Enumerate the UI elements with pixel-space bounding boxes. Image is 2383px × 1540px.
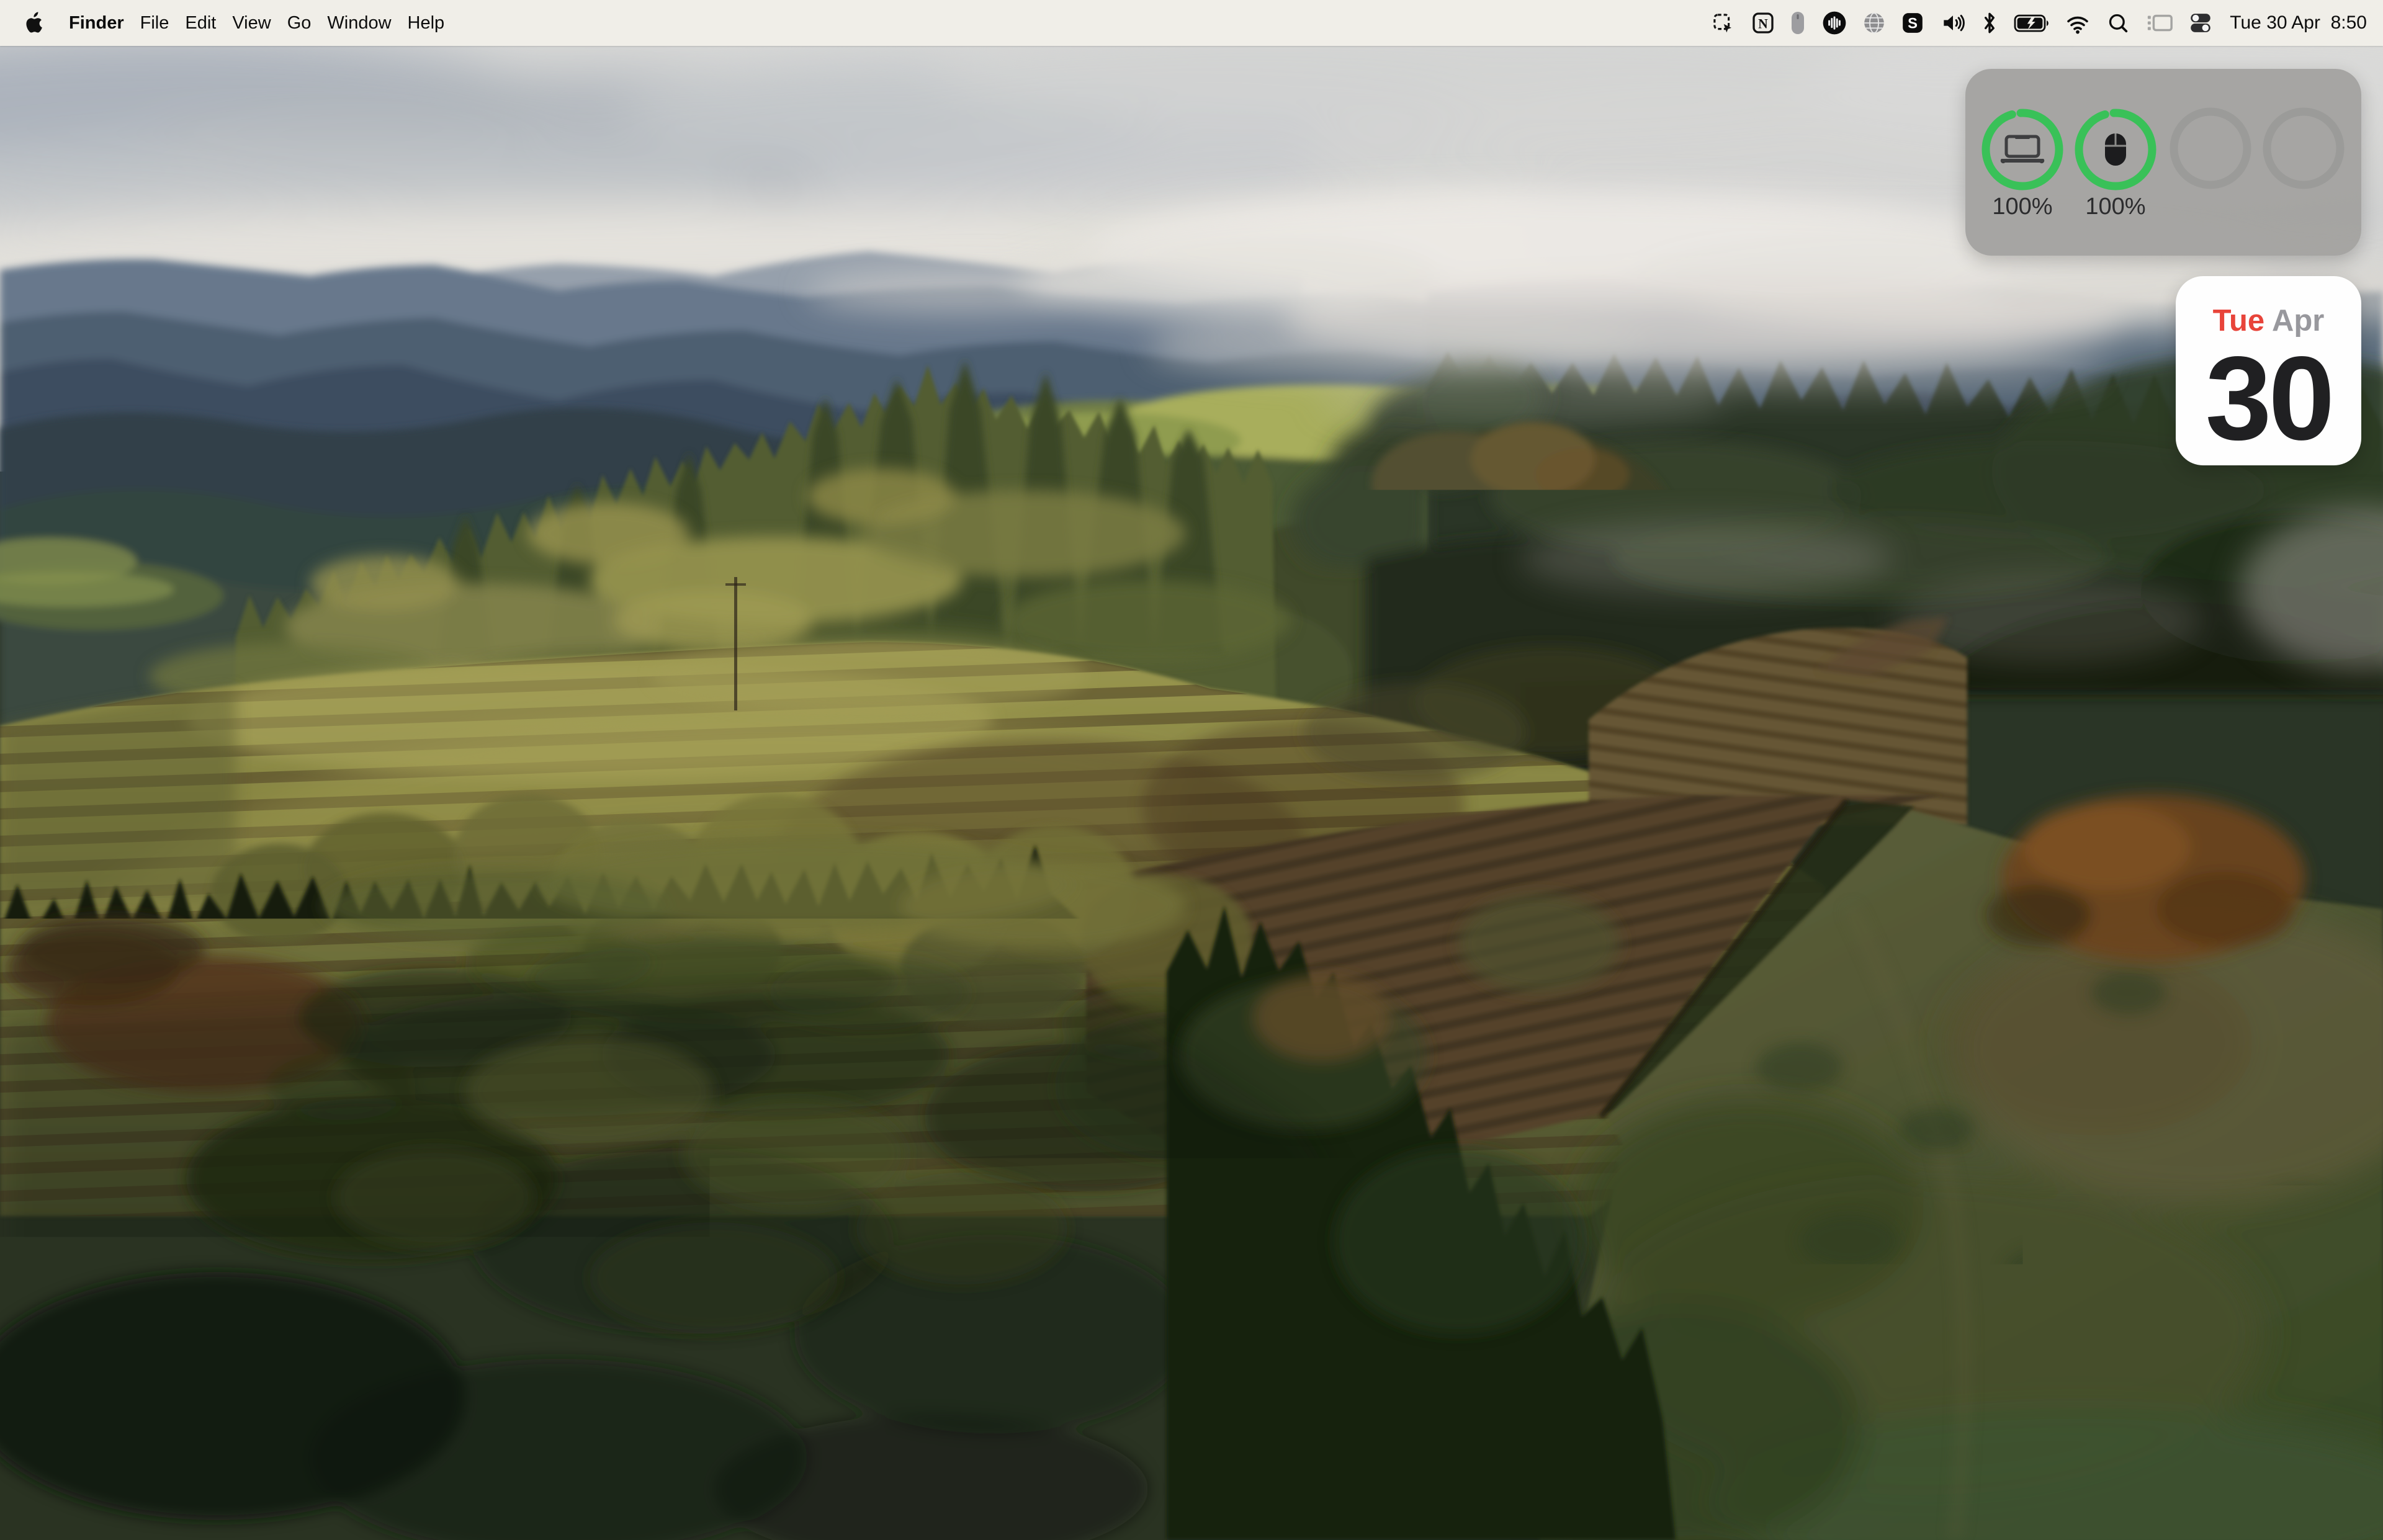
svg-text:100%: 100% <box>1992 194 2052 220</box>
svg-text:N: N <box>1758 16 1768 31</box>
svg-text:S: S <box>1908 16 1918 32</box>
svg-text:100%: 100% <box>2085 194 2145 220</box>
svg-text:N: N <box>1272 1482 1288 1507</box>
svg-text:$: $ <box>982 1470 989 1484</box>
